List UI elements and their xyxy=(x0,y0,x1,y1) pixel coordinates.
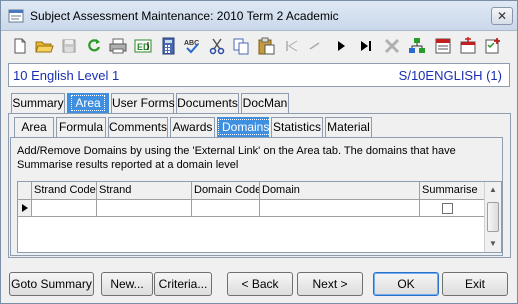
tab-area[interactable]: Area xyxy=(67,93,109,113)
window-title: Subject Assessment Maintenance: 2010 Ter… xyxy=(30,9,339,23)
subject-info-bar: 10 English Level 1 S/10ENGLISH (1) xyxy=(8,63,510,87)
next-record-icon[interactable] xyxy=(331,36,351,56)
scroll-up-arrow-icon[interactable]: ▲ xyxy=(485,182,501,198)
previous-record-icon[interactable] xyxy=(305,36,325,56)
tab-docman[interactable]: DocMan xyxy=(241,93,289,113)
exit-button[interactable]: Exit xyxy=(442,272,508,296)
column-header-summarise[interactable]: Summarise xyxy=(420,182,486,200)
report-icon[interactable] xyxy=(433,36,453,56)
paste-icon[interactable] xyxy=(256,36,276,56)
cell-strand-code[interactable] xyxy=(32,200,97,217)
subtab-awards[interactable]: Awards xyxy=(170,117,215,137)
criteria-button[interactable]: Criteria... xyxy=(154,272,212,296)
back-button[interactable]: < Back xyxy=(227,272,293,296)
open-folder-icon[interactable] xyxy=(34,36,54,56)
close-button[interactable]: ✕ xyxy=(491,7,513,25)
subtab-material[interactable]: Material xyxy=(325,117,372,137)
refresh-icon[interactable] xyxy=(84,36,104,56)
first-record-icon[interactable] xyxy=(282,36,302,56)
subject-name: 10 English Level 1 xyxy=(13,68,120,83)
subject-code: S/10ENGLISH (1) xyxy=(398,68,502,83)
column-header-strand-code[interactable]: Strand Code xyxy=(32,182,97,200)
column-header-domain-code[interactable]: Domain Code xyxy=(192,182,260,200)
copy-icon[interactable] xyxy=(231,36,251,56)
cut-icon[interactable] xyxy=(207,36,227,56)
spellcheck-icon[interactable]: ABC xyxy=(182,36,202,56)
title-bar: Subject Assessment Maintenance: 2010 Ter… xyxy=(1,1,517,31)
toolbar: ED ABC xyxy=(1,32,517,60)
next-button[interactable]: Next > xyxy=(297,272,363,296)
subtab-formula[interactable]: Formula xyxy=(56,117,106,137)
subtab-statistics[interactable]: Statistics xyxy=(271,117,323,137)
row-selector-icon[interactable] xyxy=(18,200,32,217)
ok-button[interactable]: OK xyxy=(373,272,439,296)
domains-grid[interactable]: Strand Code Strand Domain Code Domain Su… xyxy=(17,181,502,253)
app-icon xyxy=(8,9,24,23)
goto-summary-button[interactable]: Goto Summary xyxy=(9,272,94,296)
last-record-icon[interactable] xyxy=(356,36,376,56)
new-button[interactable]: New... xyxy=(101,272,153,296)
cell-summarise[interactable] xyxy=(420,200,486,217)
save-icon[interactable] xyxy=(59,36,79,56)
edit-icon[interactable]: ED xyxy=(133,36,153,56)
print-icon[interactable] xyxy=(108,36,128,56)
scroll-thumb[interactable] xyxy=(487,202,499,232)
tab-summary[interactable]: Summary xyxy=(11,93,65,113)
summarise-checkbox[interactable] xyxy=(442,203,453,214)
cell-domain[interactable] xyxy=(260,200,420,217)
subtab-area[interactable]: Area xyxy=(14,117,54,137)
cell-strand[interactable] xyxy=(97,200,192,217)
checklist-icon[interactable] xyxy=(483,36,503,56)
cell-domain-code[interactable] xyxy=(192,200,260,217)
column-header-domain[interactable]: Domain xyxy=(260,182,420,200)
tab-documents[interactable]: Documents xyxy=(176,93,239,113)
scroll-down-arrow-icon[interactable]: ▼ xyxy=(485,236,501,252)
column-header-strand[interactable]: Strand xyxy=(97,182,192,200)
calculator-icon[interactable] xyxy=(158,36,178,56)
grid-corner xyxy=(18,182,32,200)
domains-description: Add/Remove Domains by using the 'Externa… xyxy=(17,145,456,171)
subtab-domains[interactable]: Domains xyxy=(217,117,274,137)
window: Subject Assessment Maintenance: 2010 Ter… xyxy=(0,0,518,304)
grid-vertical-scrollbar[interactable]: ▲ ▼ xyxy=(484,182,501,252)
subtab-comments[interactable]: Comments xyxy=(108,117,168,137)
tab-user-forms[interactable]: User Forms xyxy=(111,93,175,113)
report-add-icon[interactable] xyxy=(458,36,478,56)
new-document-icon[interactable] xyxy=(10,36,30,56)
delete-icon[interactable] xyxy=(382,36,402,56)
network-icon[interactable] xyxy=(407,36,427,56)
